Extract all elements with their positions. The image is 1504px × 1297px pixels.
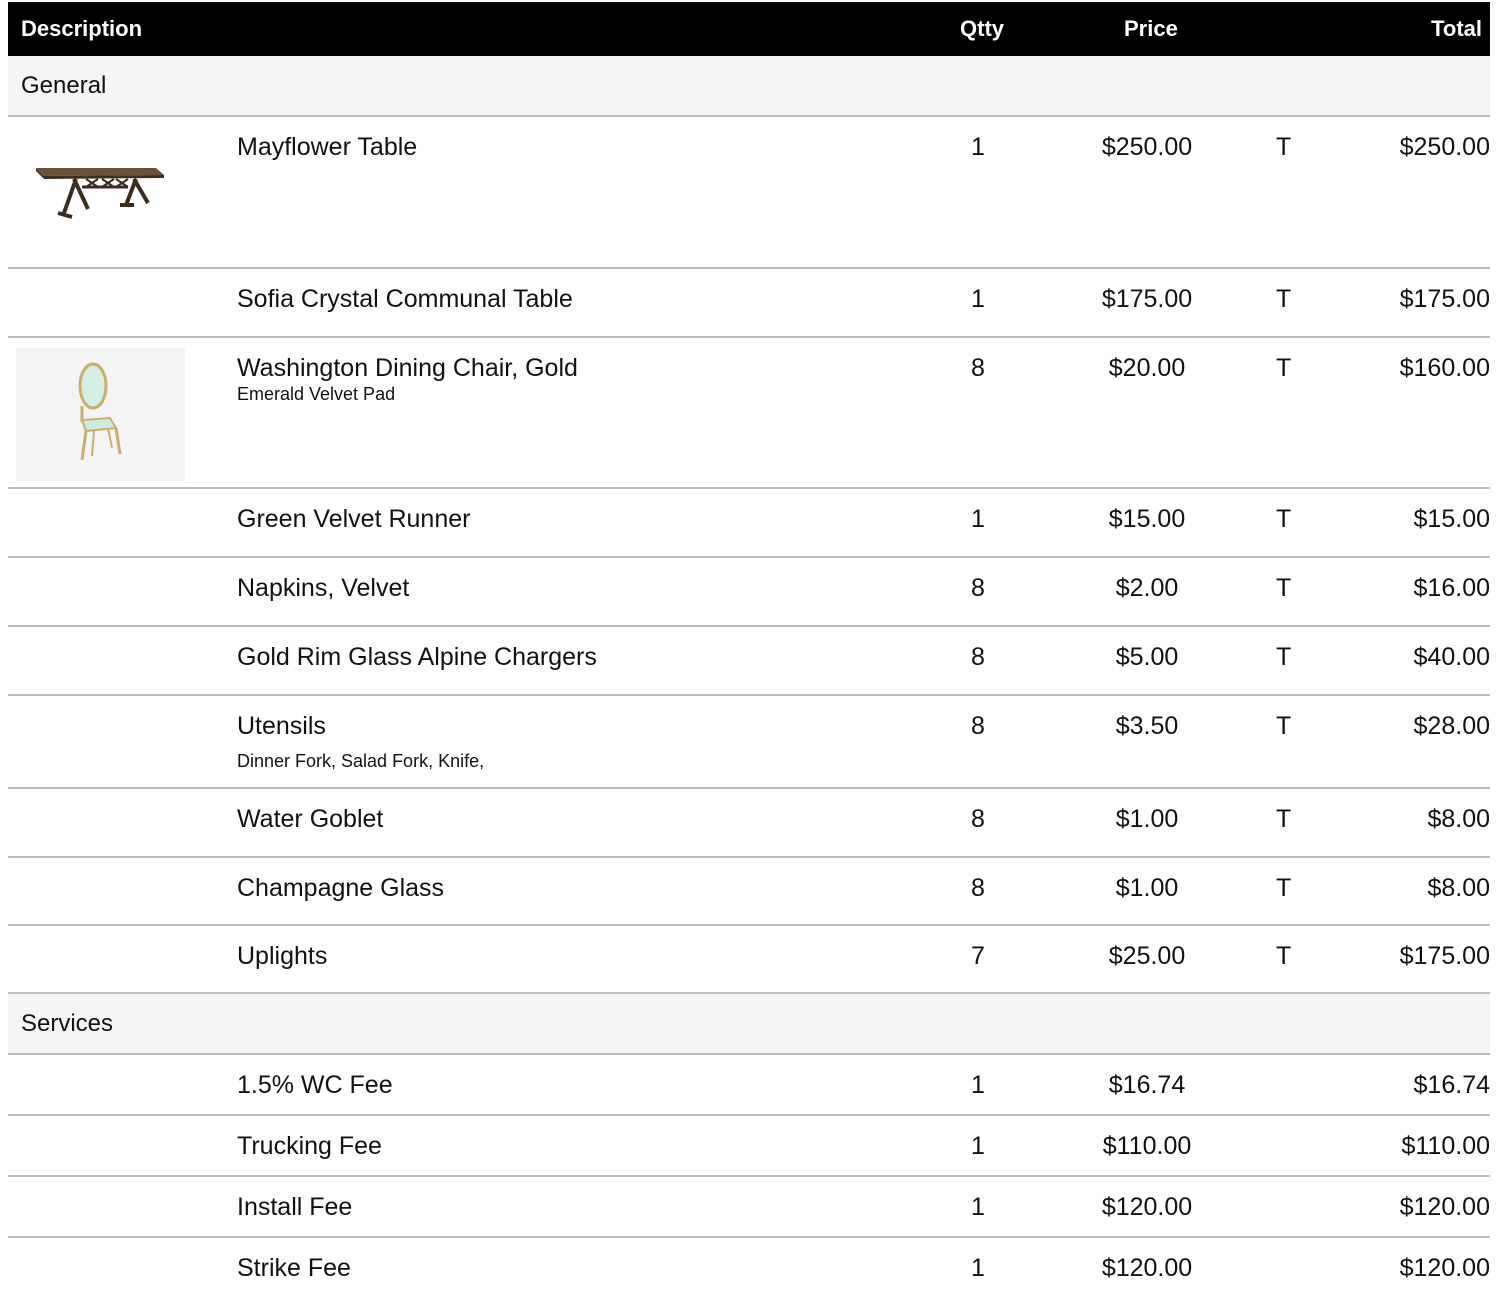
- item-qty: 8: [971, 712, 985, 740]
- table-header: Description Qtty Price Total: [8, 2, 1490, 56]
- item-name: Sofia Crystal Communal Table: [237, 285, 573, 313]
- item-tax-flag: T: [1276, 942, 1292, 970]
- item-total: $110.00: [1401, 1132, 1490, 1160]
- item-qty: 7: [971, 942, 985, 970]
- section-title: General: [21, 72, 107, 99]
- item-total: $120.00: [1399, 1254, 1490, 1282]
- table-row: Strike Fee 1 $120.00 $120.00: [8, 1238, 1490, 1297]
- item-name: Install Fee: [237, 1193, 353, 1221]
- item-qty: 8: [971, 643, 985, 671]
- header-total: Total: [1431, 16, 1482, 41]
- item-price: $5.00: [1115, 643, 1179, 671]
- item-name: Utensils: [237, 712, 326, 740]
- header-qty: Qtty: [960, 16, 1004, 41]
- section-title: Services: [21, 1010, 114, 1037]
- header-price: Price: [1124, 16, 1178, 41]
- item-tax-flag: T: [1276, 574, 1292, 602]
- item-tax-flag: T: [1276, 643, 1292, 671]
- item-price: $250.00: [1101, 133, 1193, 161]
- item-qty: 1: [971, 1254, 985, 1282]
- item-qty: 8: [971, 805, 985, 833]
- item-qty: 1: [971, 1132, 985, 1160]
- table-row: Utensils Dinner Fork, Salad Fork, Knife,…: [8, 696, 1490, 789]
- item-tax-flag: T: [1276, 285, 1292, 313]
- item-qty: 1: [971, 133, 985, 161]
- item-price: $110.00: [1102, 1132, 1192, 1160]
- table-row: Water Goblet 8 $1.00 T $8.00: [8, 789, 1490, 858]
- item-price: $1.00: [1115, 805, 1179, 833]
- item-total: $175.00: [1399, 942, 1490, 970]
- line-items-table: Description Qtty Price Total General May…: [8, 2, 1490, 1297]
- item-subtext: Dinner Fork, Salad Fork, Knife,: [237, 751, 485, 771]
- item-total: $175.00: [1399, 285, 1490, 313]
- item-qty: 8: [971, 874, 985, 902]
- item-price: $16.74: [1108, 1071, 1186, 1099]
- item-name: 1.5% WC Fee: [237, 1071, 393, 1099]
- header-description: Description: [21, 16, 143, 41]
- item-tax-flag: T: [1276, 354, 1292, 382]
- item-total: $16.00: [1413, 574, 1490, 602]
- item-name: Strike Fee: [237, 1254, 351, 1282]
- section-general: General: [8, 56, 1490, 117]
- washington-chair-image: [16, 348, 185, 482]
- table-row: Mayflower Table 1 $250.00 T $250.00: [8, 117, 1490, 269]
- item-total: $28.00: [1413, 712, 1490, 740]
- item-total: $8.00: [1427, 874, 1490, 902]
- item-qty: 1: [971, 285, 985, 313]
- item-total: $40.00: [1413, 643, 1490, 671]
- item-tax-flag: T: [1276, 712, 1292, 740]
- mayflower-table-image: [16, 143, 166, 243]
- table-row: Uplights 7 $25.00 T $175.00: [8, 926, 1490, 994]
- item-total: $120.00: [1399, 1193, 1490, 1221]
- table-row: Sofia Crystal Communal Table 1 $175.00 T…: [8, 269, 1490, 338]
- item-price: $3.50: [1115, 712, 1179, 740]
- item-price: $25.00: [1108, 942, 1186, 970]
- item-total: $250.00: [1399, 133, 1490, 161]
- item-price: $1.00: [1115, 874, 1179, 902]
- item-tax-flag: T: [1276, 505, 1292, 533]
- item-price: $2.00: [1115, 574, 1179, 602]
- item-name: Mayflower Table: [237, 133, 418, 161]
- item-qty: 1: [971, 1071, 985, 1099]
- item-qty: 1: [971, 505, 985, 533]
- section-services: Services: [8, 994, 1490, 1055]
- item-total: $8.00: [1427, 805, 1490, 833]
- table-row: Washington Dining Chair, Gold Emerald Ve…: [8, 338, 1490, 489]
- item-price: $120.00: [1101, 1193, 1193, 1221]
- item-tax-flag: T: [1276, 874, 1292, 902]
- item-name: Gold Rim Glass Alpine Chargers: [237, 643, 597, 671]
- item-price: $15.00: [1108, 505, 1186, 533]
- item-price: $120.00: [1101, 1254, 1193, 1282]
- table-row: Gold Rim Glass Alpine Chargers 8 $5.00 T…: [8, 627, 1490, 696]
- item-name: Champagne Glass: [237, 874, 445, 902]
- item-price: $175.00: [1101, 285, 1193, 313]
- item-price: $20.00: [1108, 354, 1186, 382]
- item-qty: 8: [971, 574, 985, 602]
- table-row: Install Fee 1 $120.00 $120.00: [8, 1177, 1490, 1238]
- item-qty: 1: [971, 1193, 985, 1221]
- table-row: 1.5% WC Fee 1 $16.74 $16.74: [8, 1055, 1490, 1116]
- table-row: Trucking Fee 1 $110.00 $110.00: [8, 1116, 1490, 1177]
- item-total: $15.00: [1413, 505, 1490, 533]
- item-total: $160.00: [1399, 354, 1490, 382]
- item-name: Water Goblet: [237, 805, 384, 833]
- table-row: Napkins, Velvet 8 $2.00 T $16.00: [8, 558, 1490, 627]
- item-name: Trucking Fee: [237, 1132, 382, 1160]
- item-name: Washington Dining Chair, Gold: [237, 354, 578, 382]
- item-tax-flag: T: [1276, 133, 1292, 161]
- item-subtext: Emerald Velvet Pad: [237, 384, 396, 404]
- item-qty: 8: [971, 354, 985, 382]
- item-name: Napkins, Velvet: [237, 574, 410, 602]
- item-name: Green Velvet Runner: [237, 505, 471, 533]
- table-row: Champagne Glass 8 $1.00 T $8.00: [8, 858, 1490, 926]
- item-tax-flag: T: [1276, 805, 1292, 833]
- item-total: $16.74: [1413, 1071, 1490, 1099]
- table-row: Green Velvet Runner 1 $15.00 T $15.00: [8, 489, 1490, 558]
- item-name: Uplights: [237, 942, 328, 970]
